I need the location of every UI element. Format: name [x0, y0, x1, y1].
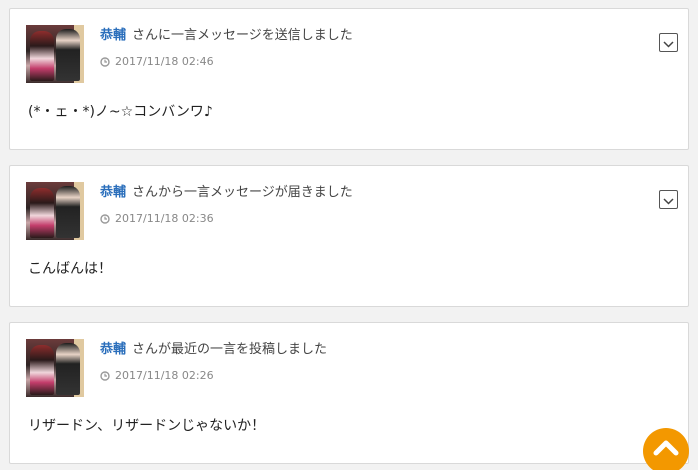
activity-timestamp: 2017/11/18 02:36 [115, 212, 214, 225]
activity-menu-button[interactable] [659, 33, 678, 52]
activity-feed: 恭輔 さんに一言メッセージを送信しました 2017/11/18 02:46 (*・… [0, 0, 698, 470]
user-name-link[interactable]: 恭輔 [100, 185, 126, 200]
avatar[interactable] [26, 339, 84, 397]
activity-menu-button[interactable] [659, 190, 678, 209]
clock-icon [100, 213, 110, 224]
chevron-up-icon [653, 428, 679, 460]
avatar[interactable] [26, 182, 84, 240]
activity-timestamp: 2017/11/18 02:46 [115, 55, 214, 68]
activity-timestamp: 2017/11/18 02:26 [115, 369, 214, 382]
activity-meta: 2017/11/18 02:26 [100, 369, 214, 382]
activity-card: 恭輔 さんから一言メッセージが届きました 2017/11/18 02:36 こんば… [9, 165, 689, 307]
activity-action-text: さんから一言メッセージが届きました [132, 185, 353, 200]
avatar[interactable] [26, 25, 84, 83]
user-name-link[interactable]: 恭輔 [100, 28, 126, 43]
activity-message: (*・ェ・*)ノ~☆コンバンワ♪ [28, 104, 213, 120]
activity-meta: 2017/11/18 02:36 [100, 212, 214, 225]
clock-icon [100, 370, 110, 381]
activity-action-text: さんが最近の一言を投稿しました [132, 342, 328, 357]
activity-message: リザードン、リザードンじゃないか！ [28, 418, 266, 434]
activity-message: こんばんは！ [28, 261, 112, 277]
activity-card: 恭輔 さんに一言メッセージを送信しました 2017/11/18 02:46 (*・… [9, 8, 689, 150]
activity-meta: 2017/11/18 02:46 [100, 55, 214, 68]
activity-header: 恭輔 さんに一言メッセージを送信しました [100, 24, 353, 43]
user-name-link[interactable]: 恭輔 [100, 342, 126, 357]
clock-icon [100, 56, 110, 67]
chevron-down-icon [663, 190, 674, 209]
activity-action-text: さんに一言メッセージを送信しました [132, 28, 353, 43]
chevron-down-icon [663, 33, 674, 52]
activity-header: 恭輔 さんから一言メッセージが届きました [100, 181, 353, 200]
activity-header: 恭輔 さんが最近の一言を投稿しました [100, 338, 327, 357]
activity-card: 恭輔 さんが最近の一言を投稿しました 2017/11/18 02:26 リザードン… [9, 322, 689, 464]
scroll-to-top-button[interactable] [643, 428, 689, 470]
